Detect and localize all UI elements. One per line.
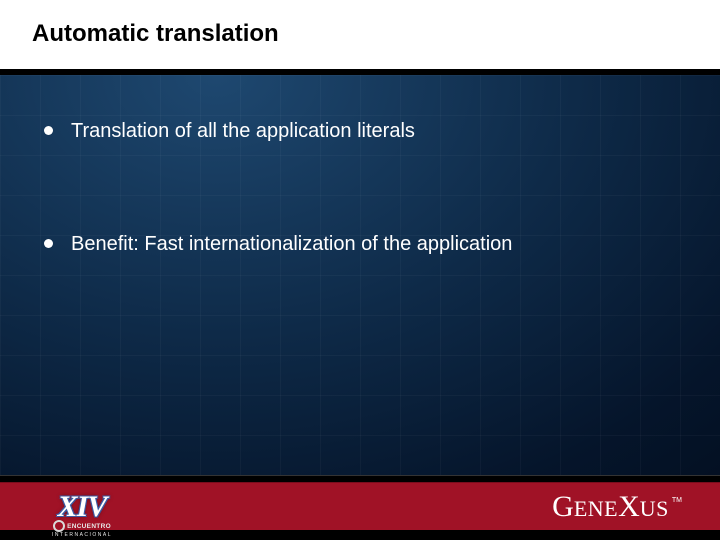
bullet-text: Benefit: Fast internationalization of th… [71,230,512,258]
event-badge-roman: XIV [58,494,107,520]
genexus-logo: G ENE X US TM [552,492,682,522]
footer: XIV ENCUENTRO INTERNACIONAL G ENE X US T… [0,475,720,540]
event-badge-line1: ENCUENTRO [53,520,111,532]
genexus-logo-us: US [640,498,669,520]
slide: Automatic translation Translation of all… [0,0,720,540]
event-badge-line2: INTERNACIONAL [52,532,112,538]
bullet-item: Translation of all the application liter… [44,117,690,145]
bullet-item: Benefit: Fast internationalization of th… [44,230,690,258]
event-badge-logo: XIV ENCUENTRO INTERNACIONAL [36,478,128,538]
genexus-logo-x: X [618,492,640,522]
trademark-icon: TM [672,497,682,504]
event-badge-line1-text: ENCUENTRO [67,523,111,530]
genexus-logo-ene: ENE [574,498,618,520]
bullet-dot-icon [44,126,53,135]
slide-title: Automatic translation [32,20,279,48]
bullet-text: Translation of all the application liter… [71,117,415,145]
bullet-list: Translation of all the application liter… [44,117,690,258]
genexus-logo-g: G [552,492,574,522]
globe-icon [53,520,65,532]
content-area: Translation of all the application liter… [0,75,720,475]
header-band: Automatic translation [0,0,720,72]
bullet-dot-icon [44,239,53,248]
